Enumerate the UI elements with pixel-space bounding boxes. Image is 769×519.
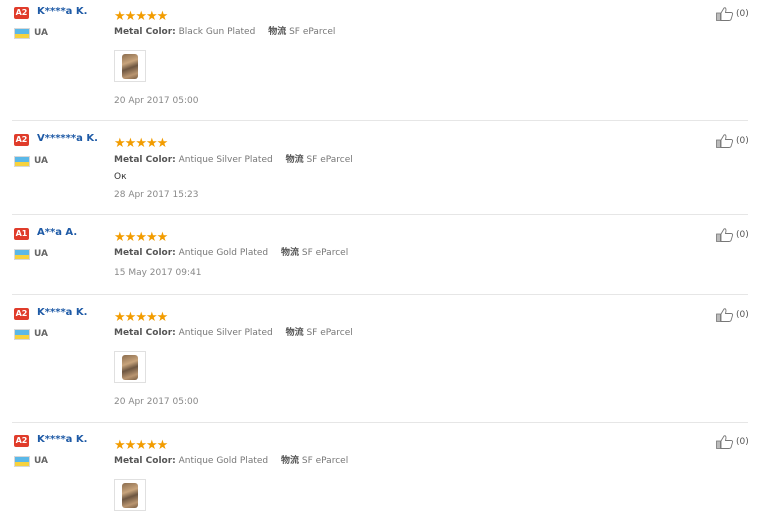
shipping-value: SF eParcel <box>306 155 353 165</box>
star-icon: ★ <box>145 136 158 151</box>
star-icon: ★ <box>114 136 126 151</box>
thumbs-up-icon <box>716 7 734 21</box>
star-icon: ★ <box>156 9 169 24</box>
reviewer-name[interactable]: K****a K. <box>37 6 87 17</box>
star-rating: ★★★★★ <box>114 226 168 244</box>
star-icon: ★ <box>114 230 126 245</box>
review-photo[interactable] <box>114 50 146 82</box>
thumbs-up-icon <box>716 134 734 148</box>
review-photo[interactable] <box>114 479 146 511</box>
thumbs-up-icon <box>716 228 734 242</box>
shipping-label: 物流 <box>285 155 304 165</box>
star-icon: ★ <box>114 438 126 453</box>
like-count: (0) <box>736 310 749 320</box>
review-divider <box>12 422 748 423</box>
star-icon: ★ <box>135 438 147 453</box>
shipping-label: 物流 <box>268 27 287 37</box>
ukraine-flag-icon <box>14 156 30 167</box>
star-icon: ★ <box>135 230 147 245</box>
shipping-value: SF eParcel <box>301 248 349 258</box>
order-info: Metal Color: Antique Gold Plated 物流 SF e… <box>114 453 348 466</box>
star-icon: ★ <box>135 136 147 151</box>
ukraine-flag-icon <box>14 249 30 260</box>
shipping-label: 物流 <box>280 248 299 258</box>
review-divider <box>12 294 748 295</box>
ukraine-flag-icon <box>14 456 30 467</box>
review-divider <box>12 214 748 215</box>
country-code: UA <box>34 249 48 259</box>
reviewer-name[interactable]: K****a K. <box>37 434 87 445</box>
star-icon: ★ <box>156 136 169 151</box>
reviewer-name[interactable]: A**a A. <box>37 227 77 238</box>
like-count: (0) <box>736 9 749 19</box>
shipping-value: SF eParcel <box>306 328 353 338</box>
star-icon: ★ <box>145 9 158 24</box>
buyer-level-badge: A2 <box>14 308 29 320</box>
star-icon: ★ <box>145 438 158 453</box>
attr-value: Black Gun Plated <box>178 27 256 37</box>
reviewer-name[interactable]: K****a K. <box>37 307 87 318</box>
attr-label: Metal Color: <box>114 328 176 338</box>
star-icon: ★ <box>156 230 169 245</box>
attr-label: Metal Color: <box>114 248 176 258</box>
buyer-level-badge: A2 <box>14 7 29 19</box>
star-icon: ★ <box>156 438 169 453</box>
star-icon: ★ <box>135 9 147 24</box>
star-rating: ★★★★★ <box>114 5 168 23</box>
like-count: (0) <box>736 437 749 447</box>
attr-value: Antique Silver Plated <box>178 155 273 165</box>
reviewer-name[interactable]: V******a K. <box>37 133 98 144</box>
buyer-level-badge: A2 <box>14 435 29 447</box>
shipping-value: SF eParcel <box>301 456 349 466</box>
star-icon: ★ <box>156 310 169 325</box>
country-code: UA <box>34 329 48 339</box>
review-divider <box>12 120 748 121</box>
attr-label: Metal Color: <box>114 27 176 37</box>
buyer-level-badge: A2 <box>14 134 29 146</box>
star-rating: ★★★★★ <box>114 132 168 150</box>
shipping-label: 物流 <box>285 328 304 338</box>
star-icon: ★ <box>145 310 158 325</box>
star-icon: ★ <box>124 438 137 453</box>
review-photo[interactable] <box>114 351 146 383</box>
ukraine-flag-icon <box>14 28 30 39</box>
order-info: Metal Color: Antique Silver Plated 物流 SF… <box>114 325 353 338</box>
country-code: UA <box>34 28 48 38</box>
attr-value: Antique Silver Plated <box>178 328 273 338</box>
star-icon: ★ <box>114 310 126 325</box>
attr-value: Antique Gold Plated <box>178 456 269 466</box>
shipping-value: SF eParcel <box>289 27 336 37</box>
star-rating: ★★★★★ <box>114 434 168 452</box>
star-icon: ★ <box>135 310 147 325</box>
star-icon: ★ <box>114 9 126 24</box>
attr-label: Metal Color: <box>114 155 176 165</box>
thumbs-up-icon <box>716 435 734 449</box>
ukraine-flag-icon <box>14 329 30 340</box>
order-info: Metal Color: Antique Gold Plated 物流 SF e… <box>114 245 348 258</box>
shipping-label: 物流 <box>280 456 299 466</box>
attr-value: Antique Gold Plated <box>178 248 269 258</box>
order-info: Metal Color: Black Gun Plated 物流 SF ePar… <box>114 24 335 37</box>
star-icon: ★ <box>124 9 137 24</box>
like-count: (0) <box>736 230 749 240</box>
like-count: (0) <box>736 136 749 146</box>
review-date: 20 Apr 2017 05:00 <box>114 96 199 106</box>
country-code: UA <box>34 456 48 466</box>
review-date: 20 Apr 2017 05:00 <box>114 397 199 407</box>
review-date: 15 May 2017 09:41 <box>114 268 202 278</box>
star-rating: ★★★★★ <box>114 306 168 324</box>
order-info: Metal Color: Antique Silver Plated 物流 SF… <box>114 152 353 165</box>
star-icon: ★ <box>145 230 158 245</box>
country-code: UA <box>34 156 48 166</box>
buyer-level-badge: A1 <box>14 228 29 240</box>
thumbs-up-icon <box>716 308 734 322</box>
review-comment: Ок <box>114 172 127 182</box>
star-icon: ★ <box>124 310 137 325</box>
attr-label: Metal Color: <box>114 456 176 466</box>
review-date: 28 Apr 2017 15:23 <box>114 190 199 200</box>
star-icon: ★ <box>124 230 137 245</box>
star-icon: ★ <box>124 136 137 151</box>
